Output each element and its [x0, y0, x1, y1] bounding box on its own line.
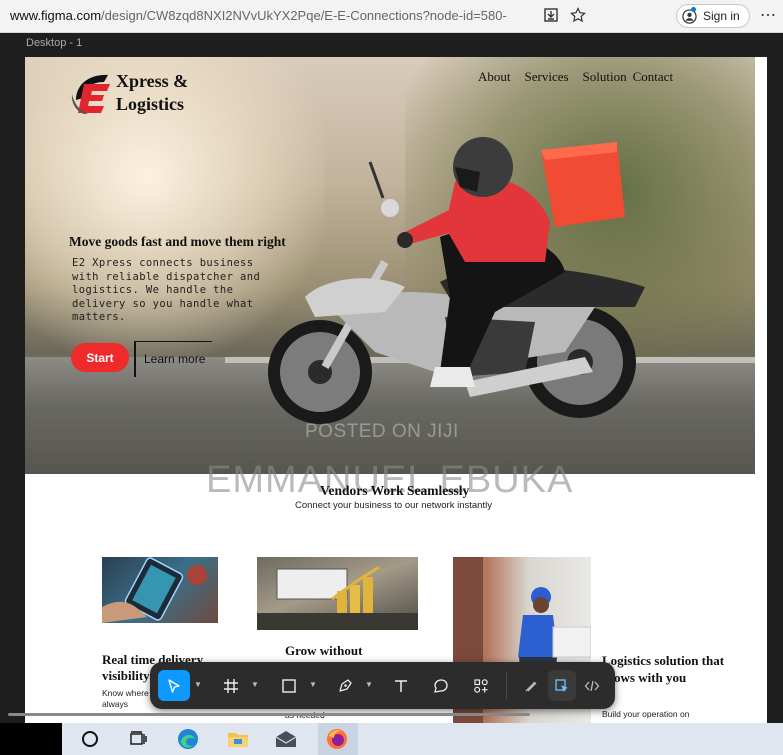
address-bar[interactable]: www.figma.com/design/CW8zqd8NXI2NVvUkYX2…: [0, 0, 596, 30]
cursor-arrow-icon: [168, 678, 180, 693]
file-explorer-icon[interactable]: [226, 728, 250, 750]
toolbar-divider: [506, 672, 507, 699]
chevron-down-icon[interactable]: ▼: [365, 680, 373, 689]
horizontal-scrollbar[interactable]: [8, 713, 530, 716]
watermark-posted-on: POSTED ON JIJI: [305, 421, 459, 442]
vendors-subtitle: Connect your business to our network ins…: [295, 500, 492, 511]
task-view-icon[interactable]: [126, 728, 150, 750]
hero-description: E2 Xpress connects business with reliabl…: [72, 257, 261, 323]
frame-tool-button[interactable]: [216, 670, 246, 701]
logo-line-2: Logistics: [116, 94, 185, 114]
chevron-down-icon[interactable]: ▼: [251, 680, 259, 689]
vendors-title: Vendors Work Seamlessly: [320, 483, 470, 498]
card-title-grow: Grow without: [285, 643, 363, 658]
dev-mode-button[interactable]: [578, 670, 606, 701]
taskbar-left-area: [0, 723, 62, 755]
hero-heading: Move goods fast and move them right: [69, 234, 286, 249]
code-brackets-icon: [584, 680, 600, 691]
search-circle-icon[interactable]: [78, 728, 102, 750]
actions-tool-button[interactable]: [466, 670, 496, 701]
rectangle-icon: [282, 678, 296, 693]
delivery-rider-image: [268, 137, 645, 424]
url-text[interactable]: www.figma.com/design/CW8zqd8NXI2NVvUkYX2…: [10, 8, 530, 23]
favorite-star-icon[interactable]: [567, 4, 589, 26]
figma-toolbar: ▼ ▼ ▼ ▼: [150, 662, 615, 709]
url-path: /design/CW8zqd8NXI2NVvUkYX2Pqe/E-E-Conne…: [101, 8, 507, 23]
card-body-solution: Build your operation on: [602, 709, 690, 719]
design-frame[interactable]: Xpress & Logistics About Services Soluti…: [25, 57, 767, 723]
nav-services[interactable]: Services: [525, 69, 569, 85]
nav-about[interactable]: About: [478, 69, 511, 85]
frame-hash-icon: [224, 678, 238, 693]
frame-label[interactable]: Desktop - 1: [26, 37, 82, 49]
pen-tool-button[interactable]: [330, 670, 360, 701]
taskbar: [0, 723, 783, 755]
design-mode-button[interactable]: [548, 670, 576, 701]
firefox-icon[interactable]: [325, 728, 349, 750]
company-logo[interactable]: Xpress & Logistics: [70, 70, 188, 116]
actions-grid-icon: [474, 678, 488, 693]
mail-icon[interactable]: [274, 728, 298, 750]
text-tool-button[interactable]: [386, 670, 416, 701]
logo-e2-icon: [70, 70, 114, 116]
design-mode-icon: [555, 678, 568, 692]
browser-menu-icon[interactable]: ⋯: [760, 5, 776, 25]
edge-browser-icon[interactable]: [176, 728, 200, 750]
growth-chart-image: [257, 557, 418, 630]
draw-pencil-icon: [525, 681, 537, 691]
comment-tool-button[interactable]: [426, 670, 456, 701]
tablet-tracking-image: [102, 557, 218, 623]
move-tool-button[interactable]: [158, 670, 190, 701]
nav-solution[interactable]: Solution: [583, 69, 627, 85]
pen-nib-icon: [339, 678, 352, 692]
nav-contact[interactable]: Contact: [633, 69, 673, 85]
url-host: www.figma.com: [10, 8, 102, 23]
start-button[interactable]: Start: [71, 343, 129, 372]
draw-mode-button[interactable]: [516, 670, 546, 701]
chevron-down-icon[interactable]: ▼: [309, 680, 317, 689]
text-t-icon: [395, 679, 407, 692]
logo-text: Xpress & Logistics: [116, 70, 188, 116]
sign-in-label: Sign in: [703, 9, 740, 23]
download-icon[interactable]: [540, 4, 562, 26]
learn-more-button[interactable]: Learn more: [134, 341, 212, 377]
chevron-down-icon[interactable]: ▼: [194, 680, 202, 689]
shape-tool-button[interactable]: [274, 670, 304, 701]
sign-in-button[interactable]: Sign in: [676, 4, 750, 28]
logo-line-1: Xpress &: [116, 71, 189, 91]
card-title-solution: Logistics solution that grows with you: [602, 653, 725, 685]
main-nav: About Services Solution Contact: [478, 69, 673, 85]
comment-bubble-icon: [434, 678, 448, 693]
notification-dot: [691, 7, 696, 12]
hero-section: Xpress & Logistics About Services Soluti…: [25, 57, 755, 474]
